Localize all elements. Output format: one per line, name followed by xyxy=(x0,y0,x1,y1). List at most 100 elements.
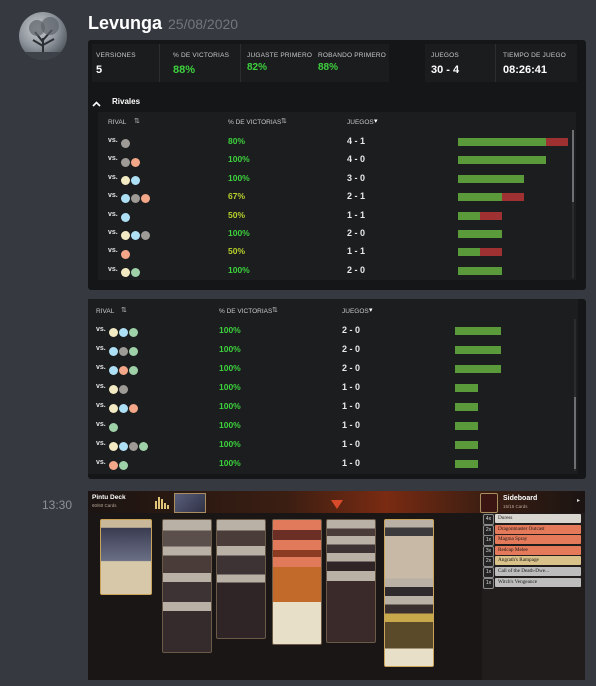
sort-desc-icon[interactable]: ▾ xyxy=(374,117,378,125)
play-first-value: 82% xyxy=(247,62,268,73)
row-win-pct: 100% xyxy=(228,154,250,165)
blue-mana-icon xyxy=(131,176,140,186)
sort-icon[interactable]: ⇅ xyxy=(281,117,287,125)
black-mana-icon xyxy=(119,347,128,357)
row-win-pct: 100% xyxy=(219,401,241,411)
sideboard-card-row[interactable]: 1x Witch's Vengeance xyxy=(483,577,583,589)
win-loss-bar xyxy=(455,365,501,373)
row-win-pct: 100% xyxy=(219,325,241,335)
card-column-2[interactable] xyxy=(216,519,266,639)
win-bar-fill xyxy=(455,460,478,468)
win-loss-bar xyxy=(458,174,524,183)
row-win-pct: 100% xyxy=(219,382,241,392)
row-games: 4 - 1 xyxy=(347,136,366,146)
column-header-rival[interactable]: RIVAL xyxy=(108,119,126,126)
black-mana-icon xyxy=(119,385,128,395)
tree-avatar-icon xyxy=(19,17,67,60)
play-time-value: 08:26:41 xyxy=(503,64,548,76)
user-avatar[interactable] xyxy=(19,12,67,60)
red-mana-icon xyxy=(109,461,118,471)
rivals-section-title[interactable]: Rivales xyxy=(112,97,140,106)
collapse-arrow-icon[interactable] xyxy=(331,497,343,515)
green-mana-icon xyxy=(129,366,138,376)
draw-first-value: 88% xyxy=(318,62,339,73)
games-label: JUEGOS xyxy=(431,52,459,59)
sideboard-card-row[interactable]: 2x Angrath's Rampage xyxy=(483,556,583,568)
column-header-games[interactable]: JUEGOS xyxy=(347,119,374,126)
sideboard-card-row[interactable]: 4x Duress xyxy=(483,514,583,525)
row-games: 2 - 0 xyxy=(342,325,361,335)
column-header-games[interactable]: JUEGOS xyxy=(342,308,369,315)
chevron-right-icon[interactable]: ▸ xyxy=(577,497,580,504)
table-row[interactable]: vs. 100% 2 - 0 xyxy=(98,263,576,281)
card-column-3[interactable] xyxy=(272,519,322,645)
row-games: 2 - 1 xyxy=(347,191,366,202)
card-column-5[interactable] xyxy=(384,519,434,667)
table-row[interactable]: vs. 100% 3 - 0 xyxy=(98,171,576,189)
scrollbar-thumb[interactable] xyxy=(572,130,574,202)
card-column-1[interactable] xyxy=(162,519,212,653)
commander-card[interactable] xyxy=(100,519,152,595)
rivals-table-2: RIVAL ⇅ % DE VICTORIAS ⇅ JUEGOS ▾ vs. 100… xyxy=(88,299,578,474)
win-pct-label: % DE VICTORIAS xyxy=(173,52,230,59)
sort-desc-icon[interactable]: ▾ xyxy=(369,306,373,314)
green-mana-icon xyxy=(131,268,140,278)
row-games: 2 - 0 xyxy=(342,363,361,373)
table-row[interactable]: vs. 100% 1 - 0 xyxy=(88,380,578,399)
sort-icon[interactable]: ⇅ xyxy=(134,117,140,125)
black-mana-icon xyxy=(121,157,130,167)
table-row[interactable]: vs. 100% 2 - 0 xyxy=(88,342,578,361)
red-mana-icon xyxy=(129,404,138,414)
column-header-win-pct[interactable]: % DE VICTORIAS xyxy=(219,308,272,315)
sideboard-card-row[interactable]: 3x Redcap Melee xyxy=(483,545,583,557)
table-row[interactable]: vs. 100% 1 - 0 xyxy=(88,456,578,475)
black-mana-icon xyxy=(131,194,140,204)
sideboard-card-row[interactable]: 2x Dragonmaster Outcast xyxy=(483,524,583,536)
win-loss-bar xyxy=(455,441,478,449)
rivals-table-1: RIVAL ⇅ % DE VICTORIAS ⇅ JUEGOS ▾ vs. 80%… xyxy=(98,112,576,280)
row-vs-label: vs. xyxy=(96,421,106,428)
row-win-pct: 100% xyxy=(219,344,241,354)
rival-colors xyxy=(120,227,150,245)
table-row[interactable]: vs. 100% 1 - 0 xyxy=(88,399,578,418)
table-row[interactable]: vs. 100% 2 - 0 xyxy=(98,226,576,244)
sideboard-card-row[interactable]: 1x Call of the Death-Dwe... xyxy=(483,567,583,578)
table-row[interactable]: vs. 100% 1 - 0 xyxy=(88,437,578,456)
card-name: Witch's Vengeance xyxy=(495,577,581,587)
win-loss-bar xyxy=(458,156,546,165)
username[interactable]: Levunga xyxy=(88,13,162,34)
deck-screenshot[interactable]: Pintu Deck 60/60 Cards Sideboard 15/15 C… xyxy=(88,491,585,680)
table-row[interactable]: vs. 50% 1 - 1 xyxy=(98,208,576,226)
table-row[interactable]: vs. 100% 1 - 0 xyxy=(88,418,578,437)
win-loss-bar xyxy=(458,248,502,257)
blue-mana-icon xyxy=(121,212,130,222)
games-value: 30 - 4 xyxy=(431,64,460,76)
table-row[interactable]: vs. 50% 1 - 1 xyxy=(98,244,576,262)
table-row[interactable]: vs. 100% 4 - 0 xyxy=(98,152,576,170)
rivals-embed-2: RIVAL ⇅ % DE VICTORIAS ⇅ JUEGOS ▾ vs. 100… xyxy=(88,299,586,479)
win-loss-bar xyxy=(455,346,501,354)
row-vs-label: vs. xyxy=(96,440,106,447)
table-row[interactable]: vs. 100% 2 - 0 xyxy=(88,323,578,342)
sort-icon[interactable]: ⇅ xyxy=(121,306,127,314)
table-row[interactable]: vs. 67% 2 - 1 xyxy=(98,189,576,207)
card-column-4[interactable] xyxy=(326,519,376,643)
sideboard-title: Sideboard xyxy=(503,495,538,502)
row-vs-label: vs. xyxy=(96,402,106,409)
column-header-win-pct[interactable]: % DE VICTORIAS xyxy=(228,119,281,126)
blue-mana-icon xyxy=(119,328,128,338)
row-win-pct: 100% xyxy=(219,458,241,468)
scrollbar-thumb[interactable] xyxy=(574,397,576,469)
win-pct-value: 88% xyxy=(173,64,196,76)
card-name: Redcap Melee xyxy=(495,545,581,555)
table-row[interactable]: vs. 80% 4 - 1 xyxy=(98,134,576,152)
row-vs-label: vs. xyxy=(96,459,106,466)
sort-icon[interactable]: ⇅ xyxy=(272,306,278,314)
table-row[interactable]: vs. 100% 2 - 0 xyxy=(88,361,578,380)
rival-colors xyxy=(108,362,138,380)
sideboard-crest-icon xyxy=(480,493,498,513)
column-header-rival[interactable]: RIVAL xyxy=(96,308,114,315)
sideboard-card-row[interactable]: 1x Magma Spray xyxy=(483,535,583,547)
row-vs-label: vs. xyxy=(108,210,118,218)
white-mana-icon xyxy=(121,268,130,278)
